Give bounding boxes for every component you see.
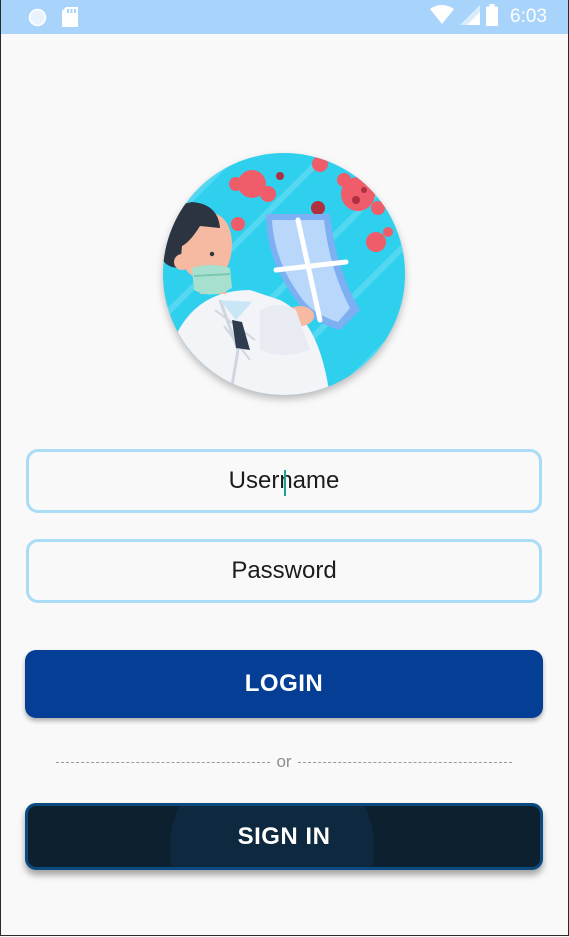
status-bar: 6:03 — [0, 0, 569, 34]
divider-line-right — [297, 761, 512, 763]
password-field[interactable]: Password — [26, 539, 542, 603]
login-button-label: LOGIN — [244, 670, 324, 697]
password-placeholder: Password — [231, 557, 337, 584]
circle-notification-icon — [28, 8, 47, 32]
login-button[interactable]: LOGIN — [25, 650, 543, 718]
text-caret — [284, 470, 286, 496]
divider-text: or — [276, 752, 292, 771]
wifi-icon — [430, 4, 455, 30]
sign-in-button-label: SIGN IN — [237, 822, 331, 850]
status-time: 6:03 — [510, 6, 547, 27]
cell-signal-icon — [460, 4, 481, 30]
or-divider: or — [56, 752, 512, 772]
sign-in-button[interactable]: SIGN IN — [25, 803, 543, 870]
sd-card-icon — [62, 7, 78, 32]
doctor-shield-virus-illustration — [160, 150, 408, 398]
battery-icon — [486, 3, 499, 31]
divider-line-left — [56, 761, 271, 763]
